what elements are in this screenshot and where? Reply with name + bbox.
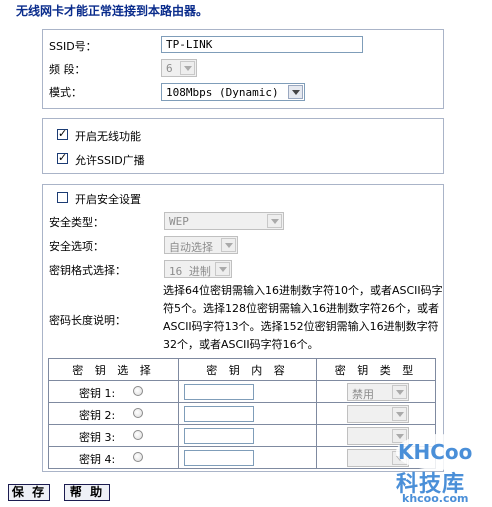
key-format-label: 密钥格式选择： bbox=[49, 264, 126, 277]
ssid-broadcast-label: 允许SSID广播 bbox=[75, 154, 145, 167]
ssid-label: SSID号： bbox=[49, 40, 97, 53]
watermark-logo-text: KHCoo bbox=[398, 440, 472, 464]
key-row-label: 密钥 2: bbox=[79, 409, 116, 422]
help-button[interactable]: 帮 助 bbox=[64, 484, 110, 501]
mode-value: 108Mbps (Dynamic) bbox=[166, 86, 279, 99]
key-row-label: 密钥 4: bbox=[79, 453, 116, 466]
chevron-down-icon bbox=[392, 385, 407, 399]
key-1-type-value: 禁用 bbox=[352, 388, 374, 401]
security-option-label: 安全选项： bbox=[49, 240, 104, 253]
security-option-value: 自动选择 bbox=[169, 241, 213, 254]
save-button[interactable]: 保 存 bbox=[8, 484, 50, 501]
enable-security-checkbox[interactable] bbox=[57, 192, 68, 203]
key-1-input[interactable] bbox=[184, 384, 254, 400]
key-2-input[interactable] bbox=[184, 406, 254, 422]
ssid-broadcast-checkbox[interactable]: ✓ bbox=[57, 151, 68, 164]
key-1-type-select[interactable]: 禁用 bbox=[347, 383, 409, 401]
chevron-down-icon bbox=[221, 238, 236, 252]
key-row-label: 密钥 1: bbox=[79, 387, 116, 400]
table-row: 密钥 2: bbox=[48, 402, 436, 425]
key-3-radio[interactable] bbox=[133, 430, 143, 440]
key-row-label: 密钥 3: bbox=[79, 431, 116, 444]
key-1-radio[interactable] bbox=[133, 386, 143, 396]
basic-settings-panel: SSID号： TP-LINK 频 段： 6 模式： 108Mbps (Dynam… bbox=[42, 29, 444, 109]
key-select-header: 密 钥 选 择 bbox=[48, 358, 179, 381]
key-4-radio[interactable] bbox=[133, 452, 143, 462]
chevron-down-icon bbox=[180, 61, 195, 75]
enable-wireless-label: 开启无线功能 bbox=[75, 130, 141, 143]
chevron-down-icon bbox=[288, 85, 303, 99]
key-content-header: 密 钥 内 容 bbox=[178, 358, 317, 381]
key-4-input[interactable] bbox=[184, 450, 254, 466]
chevron-down-icon bbox=[267, 214, 282, 228]
watermark-url: khcoo.com bbox=[402, 492, 469, 505]
chevron-down-icon bbox=[392, 407, 407, 421]
mode-select[interactable]: 108Mbps (Dynamic) bbox=[161, 83, 305, 101]
table-row: 密钥 3: bbox=[48, 424, 436, 447]
key-type-header: 密 钥 类 型 bbox=[316, 358, 436, 381]
chevron-down-icon bbox=[215, 262, 230, 276]
table-row: 密钥 4: bbox=[48, 446, 436, 469]
ssid-value: TP-LINK bbox=[166, 38, 213, 51]
channel-value: 6 bbox=[166, 62, 173, 75]
enable-security-label: 开启安全设置 bbox=[75, 193, 141, 206]
security-type-value: WEP bbox=[169, 215, 189, 228]
enable-wireless-checkbox[interactable]: ✓ bbox=[57, 127, 68, 140]
wireless-panel: ✓ 开启无线功能 ✓ 允许SSID广播 bbox=[42, 118, 444, 174]
table-row: 密钥 1: 禁用 bbox=[48, 380, 436, 403]
key-length-label: 密码长度说明： bbox=[49, 314, 126, 327]
check-icon: ✓ bbox=[58, 127, 68, 140]
mode-label: 模式： bbox=[49, 86, 82, 99]
security-type-select[interactable]: WEP bbox=[164, 212, 284, 230]
ssid-input[interactable]: TP-LINK bbox=[161, 36, 363, 53]
key-format-select[interactable]: 16 进制 bbox=[164, 260, 232, 278]
security-type-label: 安全类型： bbox=[49, 216, 104, 229]
channel-label: 频 段： bbox=[49, 63, 86, 76]
channel-select[interactable]: 6 bbox=[161, 59, 197, 77]
check-icon: ✓ bbox=[58, 151, 68, 164]
key-length-description: 选择64位密钥需输入16进制数字符10个，或者ASCII码字符5个。选择128位… bbox=[163, 284, 443, 351]
key-2-radio[interactable] bbox=[133, 408, 143, 418]
key-2-type-select[interactable] bbox=[347, 405, 409, 423]
notice-text: 无线网卡才能正常连接到本路由器。 bbox=[16, 4, 209, 18]
key-3-input[interactable] bbox=[184, 428, 254, 444]
keys-table: 密 钥 选 择 密 钥 内 容 密 钥 类 型 密钥 1: 禁用 密钥 2: 密… bbox=[48, 358, 436, 469]
security-option-select[interactable]: 自动选择 bbox=[164, 236, 238, 254]
key-format-value: 16 进制 bbox=[169, 265, 211, 278]
